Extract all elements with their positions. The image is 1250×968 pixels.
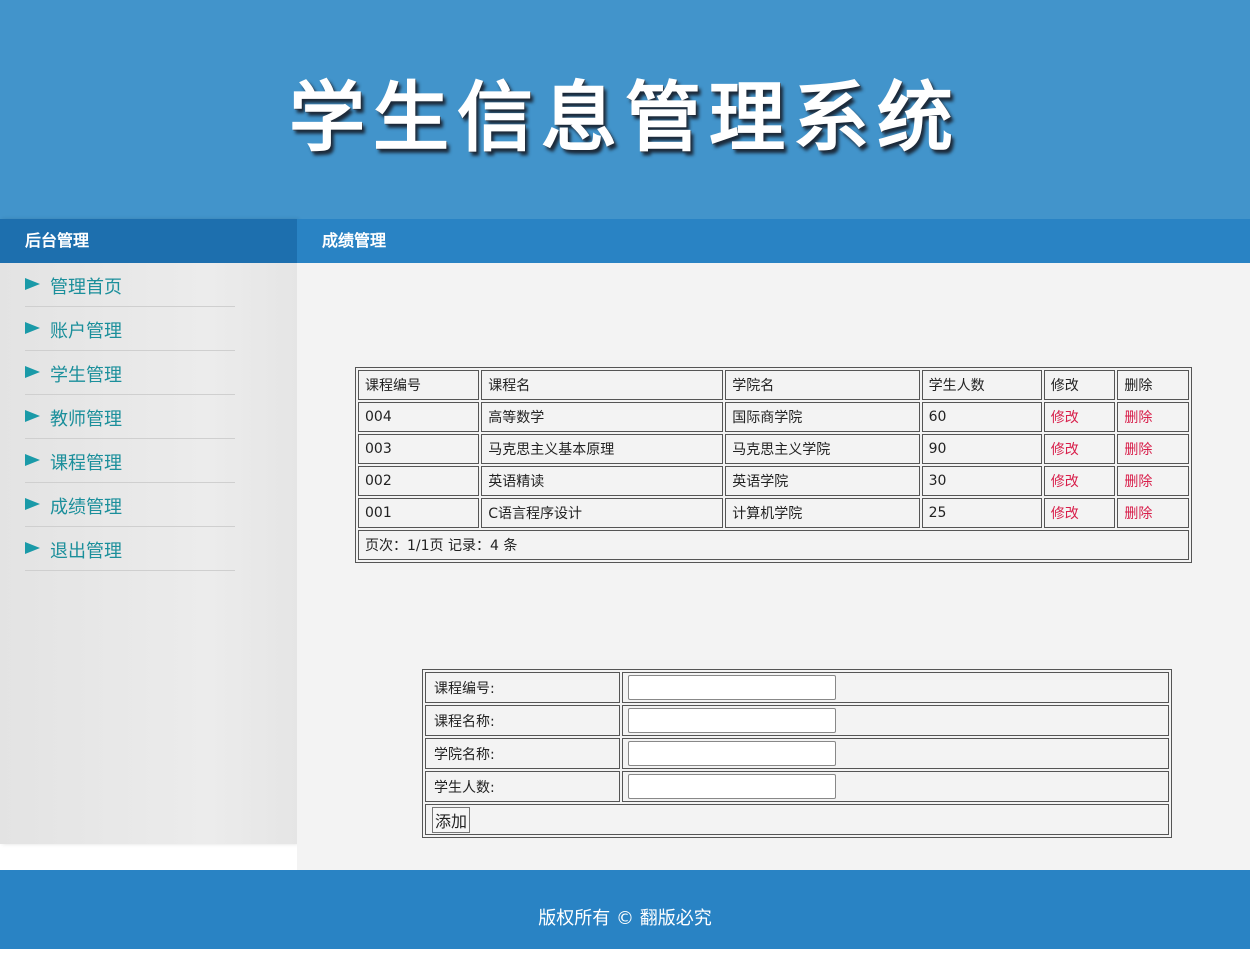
- delete-link[interactable]: 删除: [1124, 442, 1152, 458]
- field-cell: [621, 771, 1169, 802]
- edit-link[interactable]: 修改: [1051, 410, 1079, 426]
- edit-link[interactable]: 修改: [1051, 506, 1079, 522]
- sidebar-item-label[interactable]: 教师管理: [50, 405, 122, 431]
- cell-delete: 删除: [1117, 434, 1189, 464]
- cell-course-id: 001: [358, 498, 480, 528]
- field-label: 学院名称:: [425, 738, 620, 769]
- column-header: 课程名: [481, 370, 724, 400]
- table-header-row: 课程编号 课程名 学院名 学生人数 修改 删除: [358, 370, 1189, 400]
- page-title: 成绩管理: [297, 219, 1250, 263]
- sidebar-item-label[interactable]: 学生管理: [50, 361, 122, 387]
- cell-delete: 删除: [1117, 466, 1189, 496]
- cell-college: 国际商学院: [725, 402, 920, 432]
- sidebar-item-accounts[interactable]: 账户管理: [25, 307, 235, 351]
- field-label: 课程名称:: [425, 705, 620, 736]
- delete-link[interactable]: 删除: [1124, 506, 1152, 522]
- cell-student-count: 30: [921, 466, 1042, 496]
- cell-course-name: 英语精读: [481, 466, 724, 496]
- sidebar-item-courses[interactable]: 课程管理: [25, 439, 235, 483]
- sidebar-item-label[interactable]: 课程管理: [50, 449, 122, 475]
- delete-link[interactable]: 删除: [1124, 410, 1152, 426]
- field-cell: [621, 672, 1169, 703]
- course-table: 课程编号 课程名 学院名 学生人数 修改 删除 004 高等数学 国际商学院 6…: [355, 367, 1192, 563]
- field-label: 课程编号:: [425, 672, 620, 703]
- arrow-right-icon: [25, 322, 40, 334]
- cell-college: 英语学院: [725, 466, 920, 496]
- sidebar-item-label[interactable]: 管理首页: [50, 273, 122, 299]
- cell-course-name: 高等数学: [481, 402, 724, 432]
- site-title: 学生信息管理系统: [289, 73, 961, 162]
- sidebar-item-students[interactable]: 学生管理: [25, 351, 235, 395]
- course-id-input[interactable]: [627, 675, 836, 700]
- sidebar-item-teachers[interactable]: 教师管理: [25, 395, 235, 439]
- edit-link[interactable]: 修改: [1051, 442, 1079, 458]
- cell-course-name: C语言程序设计: [481, 498, 724, 528]
- column-header: 修改: [1043, 370, 1116, 400]
- cell-course-id: 003: [358, 434, 480, 464]
- form-row: 课程编号:: [425, 672, 1169, 703]
- arrow-right-icon: [25, 278, 40, 290]
- table-row: 003 马克思主义基本原理 马克思主义学院 90 修改 删除: [358, 434, 1189, 464]
- cell-student-count: 60: [921, 402, 1042, 432]
- form-row: 学院名称:: [425, 738, 1169, 769]
- course-name-input[interactable]: [627, 708, 836, 733]
- header-banner: 学生信息管理系统: [0, 0, 1250, 219]
- cell-college: 计算机学院: [725, 498, 920, 528]
- sidebar-menu: 管理首页 账户管理 学生管理 教师管理 课程管理 成绩管理 退出管理: [0, 263, 297, 571]
- table-row: 004 高等数学 国际商学院 60 修改 删除: [358, 402, 1189, 432]
- form-row: 添加: [425, 804, 1169, 835]
- sidebar-item-logout[interactable]: 退出管理: [25, 527, 235, 571]
- copyright-text: 版权所有 © 翻版必究: [538, 908, 712, 929]
- cell-course-id: 002: [358, 466, 480, 496]
- add-course-form: 课程编号: 课程名称: 学院名称: 学生人数: 添加: [422, 669, 1172, 838]
- table-row: 001 C语言程序设计 计算机学院 25 修改 删除: [358, 498, 1189, 528]
- cell-course-id: 004: [358, 402, 480, 432]
- column-header: 学院名: [725, 370, 920, 400]
- sidebar-item-home[interactable]: 管理首页: [25, 263, 235, 307]
- column-header: 课程编号: [358, 370, 480, 400]
- add-button[interactable]: 添加: [432, 806, 471, 833]
- main-content: 成绩管理 课程编号 课程名 学院名 学生人数 修改 删除 004 高等数学 国际…: [297, 219, 1250, 870]
- submit-cell: 添加: [425, 804, 1169, 835]
- field-label: 学生人数:: [425, 771, 620, 802]
- field-cell: [621, 738, 1169, 769]
- pagination-info: 页次：1/1页 记录：4 条: [358, 530, 1189, 560]
- sidebar-item-label[interactable]: 成绩管理: [50, 493, 122, 519]
- arrow-right-icon: [25, 454, 40, 466]
- cell-course-name: 马克思主义基本原理: [481, 434, 724, 464]
- student-count-input[interactable]: [627, 774, 836, 799]
- edit-link[interactable]: 修改: [1051, 474, 1079, 490]
- sidebar-item-label[interactable]: 账户管理: [50, 317, 122, 343]
- sidebar-item-label[interactable]: 退出管理: [50, 537, 122, 563]
- column-header: 删除: [1117, 370, 1189, 400]
- cell-edit: 修改: [1043, 402, 1116, 432]
- column-header: 学生人数: [921, 370, 1042, 400]
- college-name-input[interactable]: [627, 741, 836, 766]
- cell-delete: 删除: [1117, 402, 1189, 432]
- field-cell: [621, 705, 1169, 736]
- sidebar-heading: 后台管理: [0, 219, 297, 263]
- cell-edit: 修改: [1043, 498, 1116, 528]
- cell-edit: 修改: [1043, 466, 1116, 496]
- cell-delete: 删除: [1117, 498, 1189, 528]
- arrow-right-icon: [25, 498, 40, 510]
- table-footer-row: 页次：1/1页 记录：4 条: [358, 530, 1189, 560]
- sidebar: 后台管理 管理首页 账户管理 学生管理 教师管理 课程管理 成绩管理 退出管理: [0, 219, 297, 844]
- cell-edit: 修改: [1043, 434, 1116, 464]
- cell-student-count: 90: [921, 434, 1042, 464]
- form-row: 学生人数:: [425, 771, 1169, 802]
- footer: 版权所有 © 翻版必究: [0, 870, 1250, 949]
- arrow-right-icon: [25, 542, 40, 554]
- arrow-right-icon: [25, 366, 40, 378]
- cell-college: 马克思主义学院: [725, 434, 920, 464]
- form-row: 课程名称:: [425, 705, 1169, 736]
- cell-student-count: 25: [921, 498, 1042, 528]
- arrow-right-icon: [25, 410, 40, 422]
- sidebar-item-grades[interactable]: 成绩管理: [25, 483, 235, 527]
- delete-link[interactable]: 删除: [1124, 474, 1152, 490]
- table-row: 002 英语精读 英语学院 30 修改 删除: [358, 466, 1189, 496]
